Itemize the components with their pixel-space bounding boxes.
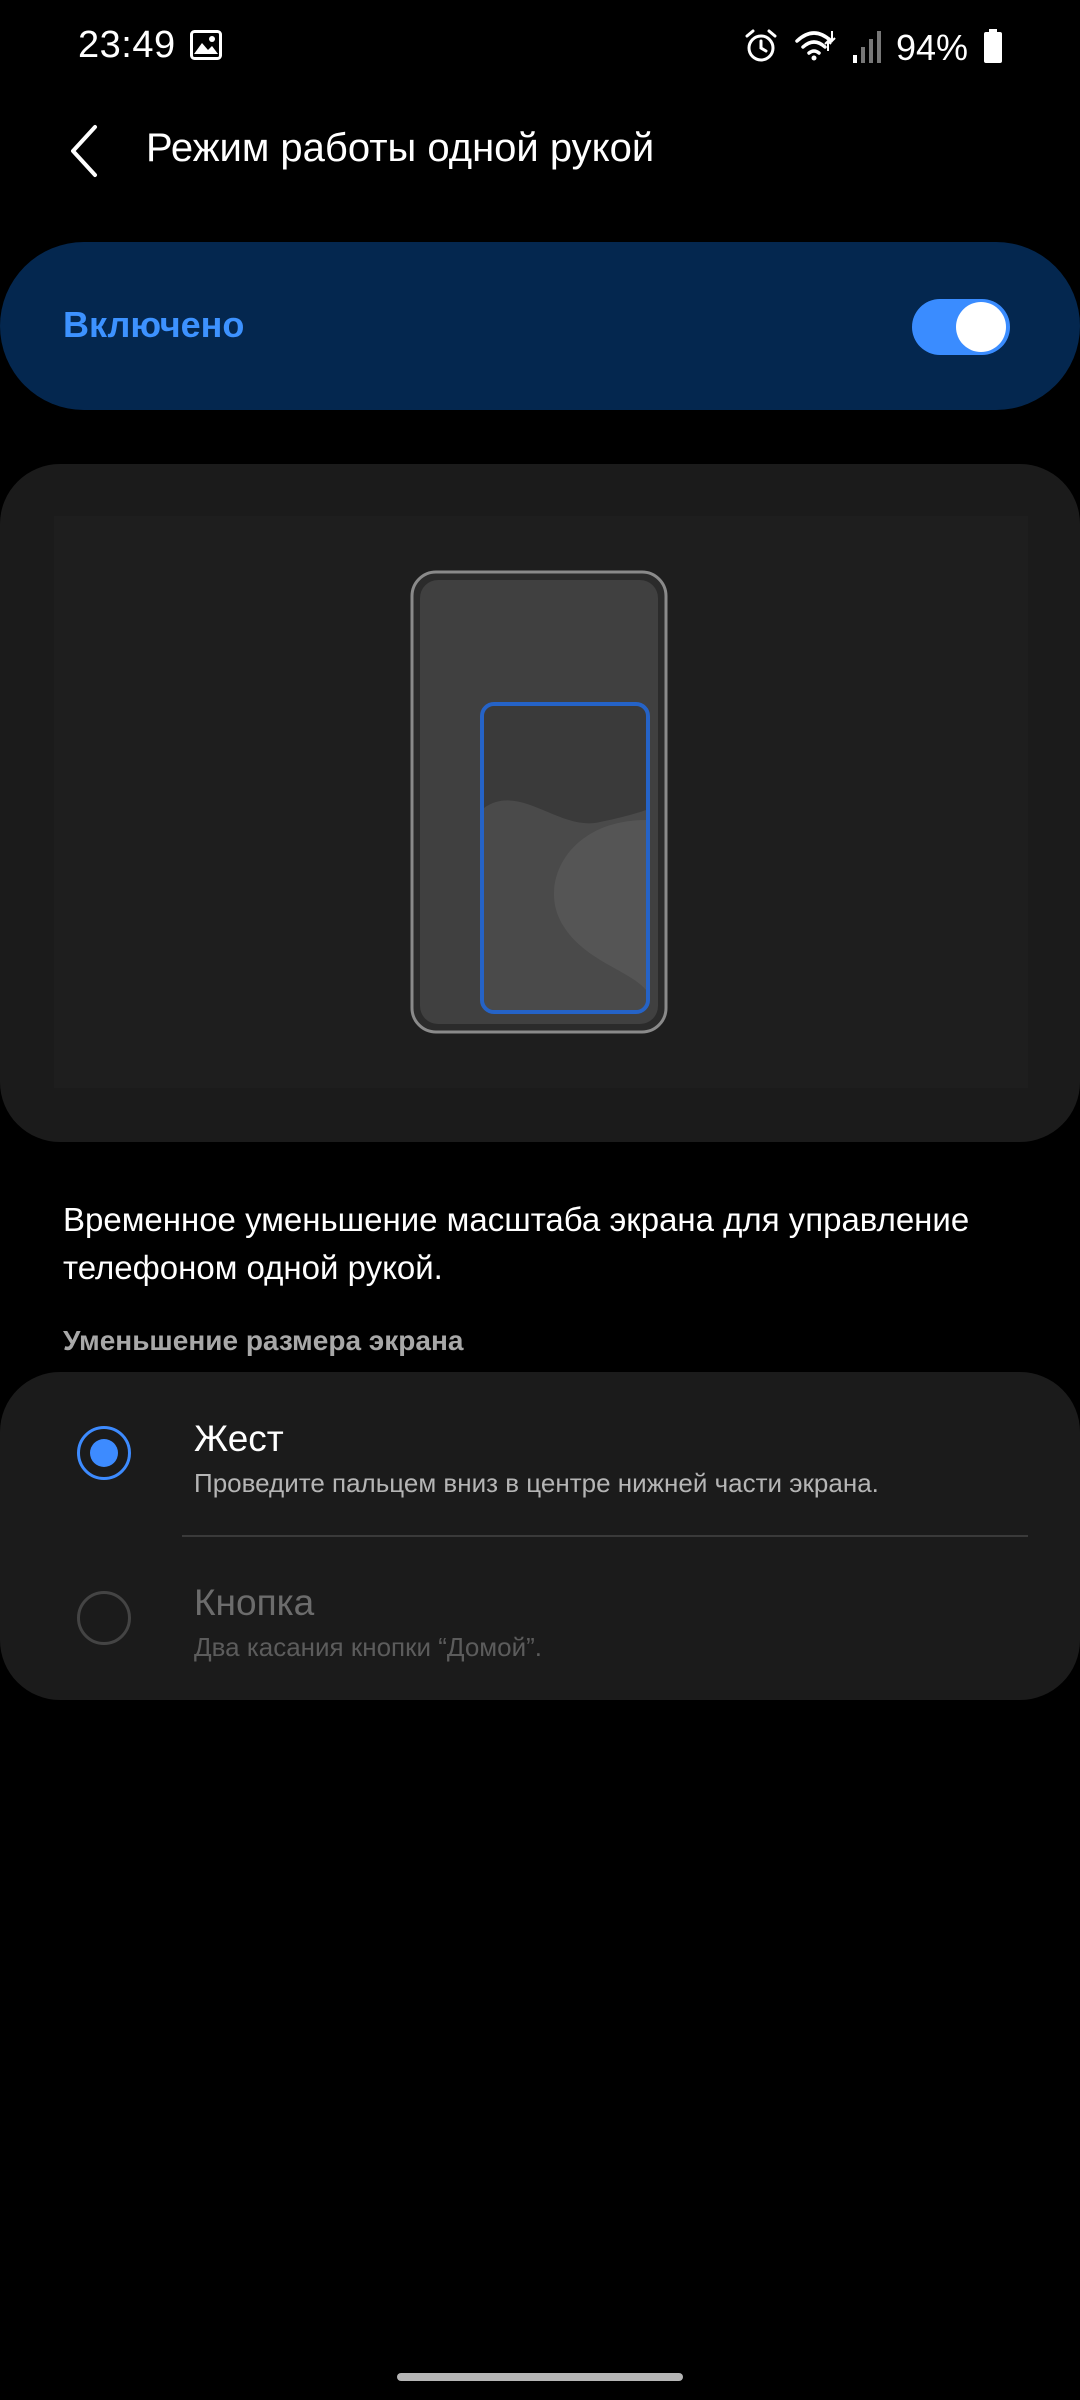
back-button[interactable] xyxy=(56,116,112,186)
radio-dot xyxy=(90,1439,118,1467)
toggle-thumb xyxy=(956,302,1006,352)
options-card: Жест Проведите пальцем вниз в центре ниж… xyxy=(0,1372,1080,1700)
illustration-area xyxy=(54,516,1028,1088)
master-switch-bar[interactable]: Включено xyxy=(0,242,1080,410)
status-bar: 23:49 94% xyxy=(0,0,1080,96)
status-time: 23:49 xyxy=(78,24,176,66)
battery-percentage: 94% xyxy=(895,27,968,68)
wifi-icon xyxy=(794,27,838,70)
option-button-subtitle: Два касания кнопки “Домой”. xyxy=(194,1632,543,1662)
master-toggle-switch[interactable] xyxy=(912,299,1010,355)
page-title: Режим работы одной рукой xyxy=(146,126,655,170)
gesture-navigation-handle[interactable] xyxy=(397,2373,683,2381)
illustration-card xyxy=(0,464,1080,1142)
description-text: Временное уменьшение масштаба экрана для… xyxy=(63,1201,970,1286)
one-handed-mode-illustration xyxy=(410,570,668,1034)
option-gesture-title: Жест xyxy=(194,1418,284,1459)
chevron-left-icon xyxy=(71,125,97,177)
option-button-title: Кнопка xyxy=(194,1582,315,1623)
app-bar: Режим работы одной рукой xyxy=(0,110,1080,190)
option-gesture[interactable]: Жест Проведите пальцем вниз в центре ниж… xyxy=(0,1372,1080,1536)
option-gesture-subtitle: Проведите пальцем вниз в центре нижней ч… xyxy=(194,1468,879,1498)
divider xyxy=(182,1535,1028,1537)
option-button[interactable]: Кнопка Два касания кнопки “Домой”. xyxy=(0,1538,1080,1702)
radio-gesture[interactable] xyxy=(77,1426,131,1480)
master-switch-label: Включено xyxy=(63,304,245,345)
radio-button[interactable] xyxy=(77,1591,131,1645)
gallery-icon xyxy=(190,30,222,60)
alarm-icon xyxy=(742,27,780,70)
battery-icon xyxy=(982,28,1004,69)
section-header: Уменьшение размера экрана xyxy=(63,1325,464,1356)
signal-icon xyxy=(852,28,882,69)
status-icons: 94% xyxy=(742,24,1004,72)
